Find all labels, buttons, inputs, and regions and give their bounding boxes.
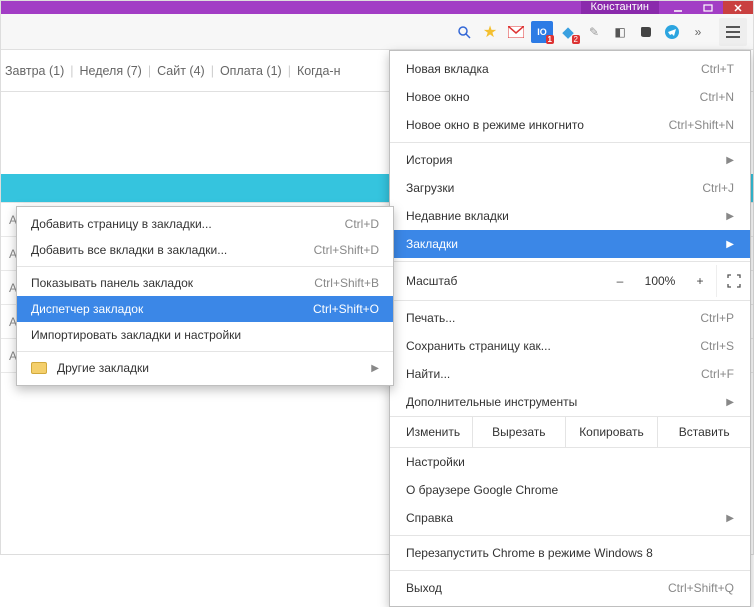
menu-new-window[interactable]: Новое окноCtrl+N xyxy=(390,83,750,111)
menu-settings[interactable]: Настройки xyxy=(390,448,750,476)
menu-about[interactable]: О браузере Google Chrome xyxy=(390,476,750,504)
zoom-in-button[interactable]: + xyxy=(684,265,716,297)
filter-tab[interactable]: Оплата (1) xyxy=(220,64,282,78)
menu-edit-row: Изменить Вырезать Копировать Вставить xyxy=(390,416,750,448)
menu-save-as[interactable]: Сохранить страницу как...Ctrl+S xyxy=(390,332,750,360)
toolbar: ★ IO1 ◆2 ✎ ◧ » xyxy=(1,14,753,50)
menu-bookmarks[interactable]: Закладки▶ xyxy=(390,230,750,258)
shortcut-text: Ctrl+T xyxy=(701,62,734,76)
zoom-label: Масштаб xyxy=(406,274,604,288)
zoom-value: 100% xyxy=(636,274,684,288)
chevron-right-icon: ▶ xyxy=(726,397,734,408)
maximize-button[interactable] xyxy=(693,1,723,14)
close-button[interactable] xyxy=(723,1,753,14)
filter-tab[interactable]: Когда-н xyxy=(297,64,341,78)
menu-recent-tabs[interactable]: Недавние вкладки▶ xyxy=(390,202,750,230)
chevron-right-icon: ▶ xyxy=(371,363,379,374)
filter-tab[interactable]: Сайт (4) xyxy=(157,64,205,78)
zoom-out-button[interactable]: – xyxy=(604,265,636,297)
menu-downloads[interactable]: ЗагрузкиCtrl+J xyxy=(390,174,750,202)
telegram-icon[interactable] xyxy=(661,21,683,43)
square-icon[interactable]: ◧ xyxy=(609,21,631,43)
submenu-import[interactable]: Импортировать закладки и настройки xyxy=(17,322,393,348)
chevron-right-icon: ▶ xyxy=(726,513,734,524)
submenu-other-bookmarks[interactable]: Другие закладки ▶ xyxy=(17,355,393,381)
menu-history[interactable]: История▶ xyxy=(390,146,750,174)
chevron-right-icon: ▶ xyxy=(726,211,734,222)
cut-button[interactable]: Вырезать xyxy=(472,417,565,447)
bookmarks-submenu: Добавить страницу в закладки...Ctrl+D До… xyxy=(16,206,394,386)
submenu-show-bar[interactable]: Показывать панель закладокCtrl+Shift+B xyxy=(17,270,393,296)
submenu-add-page[interactable]: Добавить страницу в закладки...Ctrl+D xyxy=(17,211,393,237)
folder-icon xyxy=(31,362,47,374)
user-name-tag[interactable]: Константин xyxy=(581,1,659,14)
submenu-bookmark-manager[interactable]: Диспетчер закладокCtrl+Shift+O xyxy=(17,296,393,322)
chevron-right-icon: ▶ xyxy=(726,239,734,250)
menu-print[interactable]: Печать...Ctrl+P xyxy=(390,304,750,332)
filter-tab[interactable]: Завтра (1) xyxy=(5,64,64,78)
menu-new-tab[interactable]: Новая вкладкаCtrl+T xyxy=(390,55,750,83)
magnifier-icon[interactable] xyxy=(453,21,475,43)
menu-incognito[interactable]: Новое окно в режиме инкогнитоCtrl+Shift+… xyxy=(390,111,750,139)
gmail-icon[interactable] xyxy=(505,21,527,43)
edit-label: Изменить xyxy=(390,417,472,447)
fullscreen-icon[interactable] xyxy=(716,265,750,297)
menu-exit[interactable]: ВыходCtrl+Shift+Q xyxy=(390,574,750,602)
menu-more-tools[interactable]: Дополнительные инструменты▶ xyxy=(390,388,750,416)
submenu-add-all[interactable]: Добавить все вкладки в закладки...Ctrl+S… xyxy=(17,237,393,263)
paste-button[interactable]: Вставить xyxy=(657,417,750,447)
chevron-right-icon: ▶ xyxy=(726,155,734,166)
menu-help[interactable]: Справка▶ xyxy=(390,504,750,532)
evernote-icon[interactable] xyxy=(635,21,657,43)
copy-button[interactable]: Копировать xyxy=(565,417,658,447)
io-icon[interactable]: IO1 xyxy=(531,21,553,43)
star-icon[interactable]: ★ xyxy=(479,21,501,43)
menu-find[interactable]: Найти...Ctrl+F xyxy=(390,360,750,388)
filter-tab[interactable]: Неделя (7) xyxy=(80,64,142,78)
minimize-button[interactable] xyxy=(663,1,693,14)
overflow-icon[interactable]: » xyxy=(687,21,709,43)
chrome-menu-button[interactable] xyxy=(719,18,747,46)
brush-icon[interactable]: ✎ xyxy=(583,21,605,43)
tag-icon[interactable]: ◆2 xyxy=(557,21,579,43)
menu-zoom: Масштаб – 100% + xyxy=(390,265,750,297)
chrome-main-menu: Новая вкладкаCtrl+T Новое окноCtrl+N Нов… xyxy=(389,50,751,607)
menu-relaunch-win8[interactable]: Перезапустить Chrome в режиме Windows 8 xyxy=(390,539,750,567)
